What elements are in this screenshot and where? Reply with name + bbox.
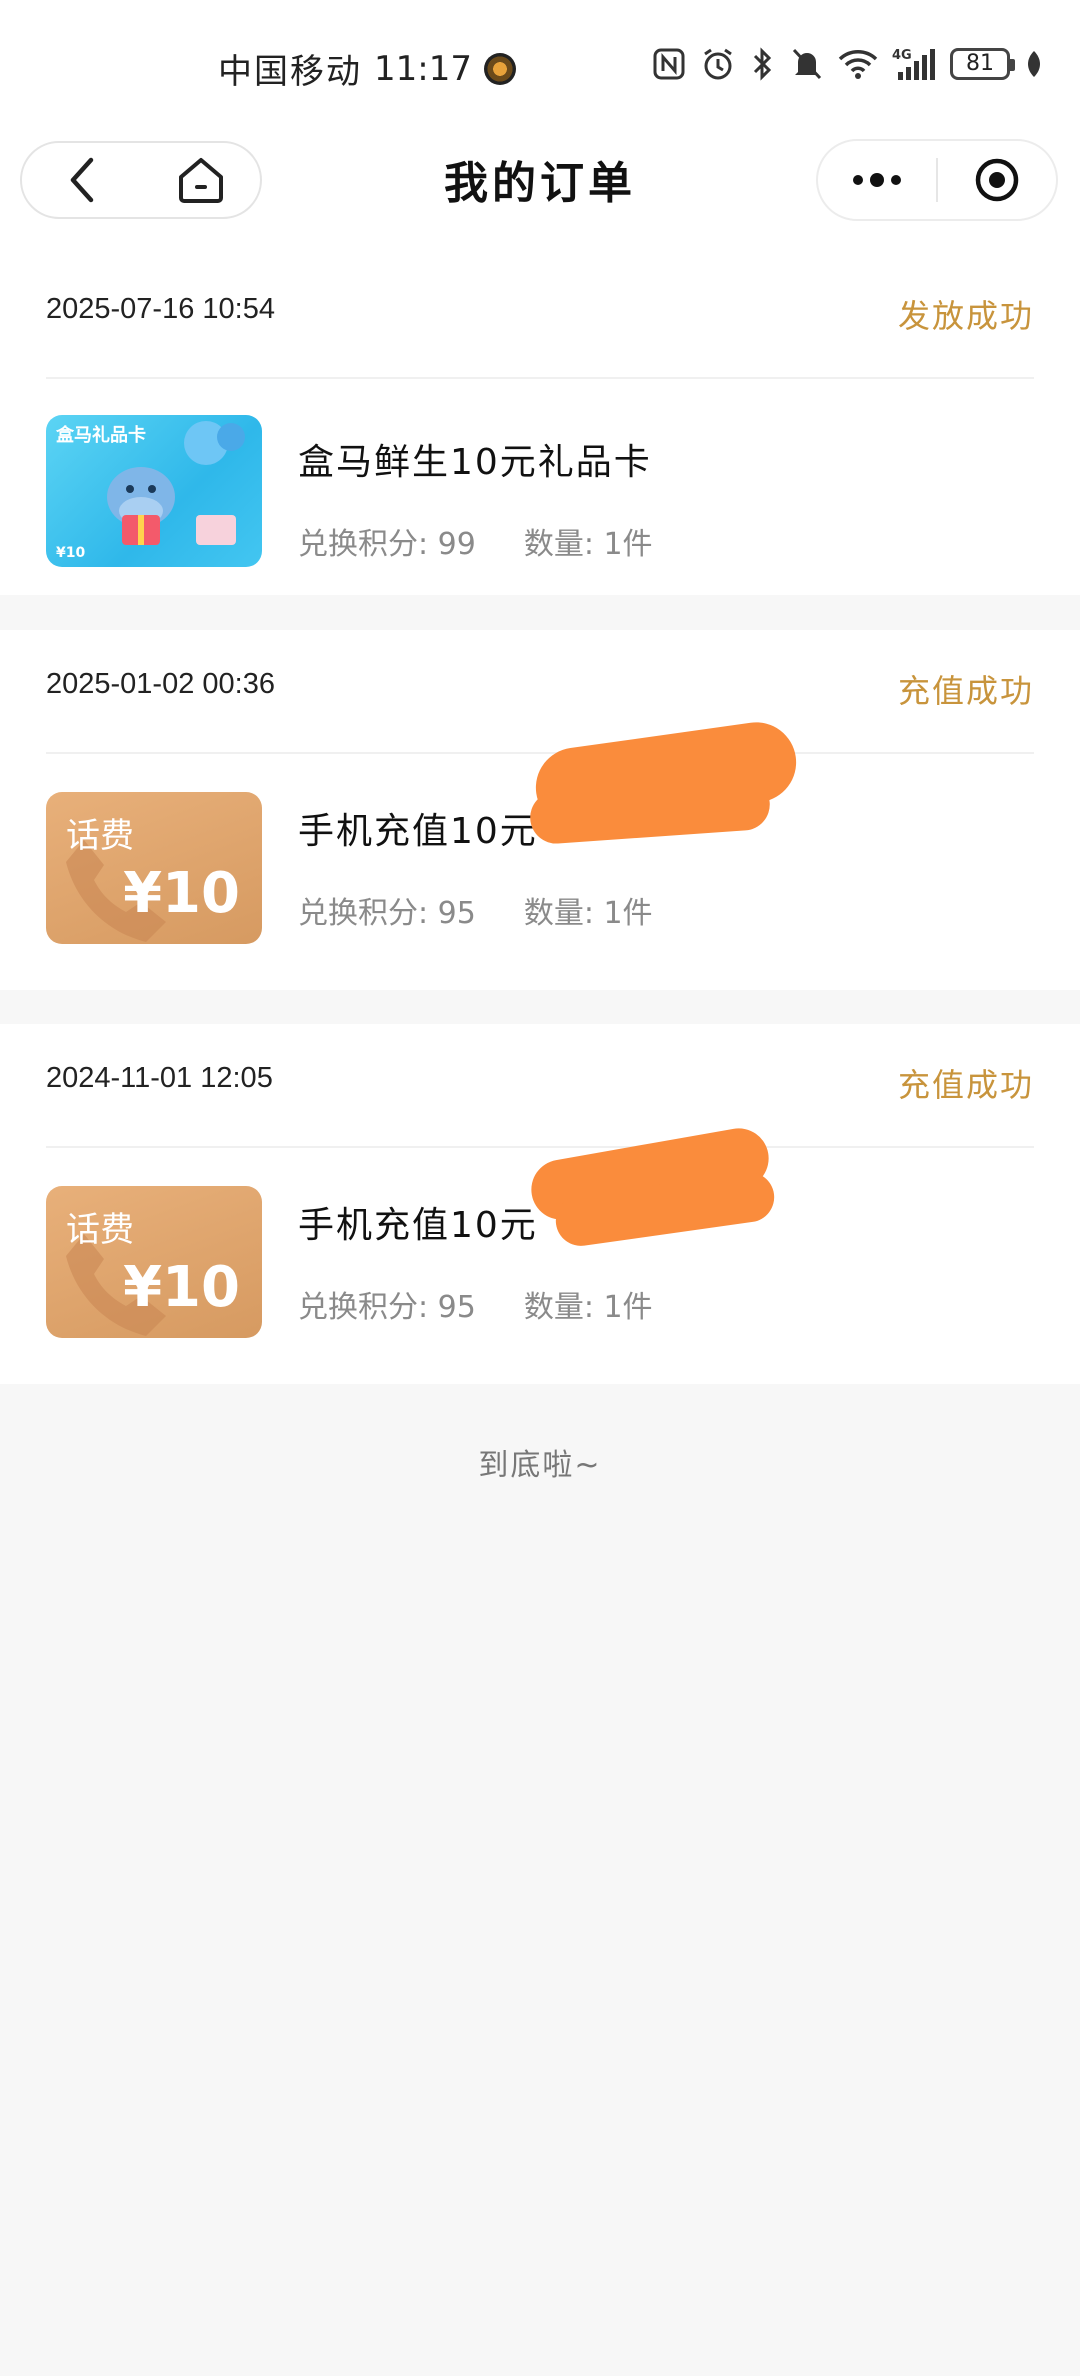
- thumbnail-price: ¥10: [123, 1255, 240, 1320]
- product-thumbnail: 话费 ¥10: [46, 792, 262, 944]
- close-miniprogram-button[interactable]: [938, 141, 1056, 219]
- nav-capsule-right: [816, 139, 1058, 221]
- order-status: 充值成功: [897, 1066, 1034, 1104]
- quantity-label: 数量: 1件: [523, 1290, 653, 1325]
- wifi-icon: [838, 48, 878, 80]
- order-card[interactable]: 2025-07-16 10:54 发放成功 盒马礼品卡 ¥10 盒马鲜生10元礼…: [0, 255, 1080, 595]
- alarm-icon: [700, 46, 736, 82]
- order-datetime: 2025-01-02 00:36: [46, 668, 275, 700]
- quantity-label: 数量: 1件: [523, 896, 653, 931]
- carrier-name: 中国移动: [218, 52, 362, 92]
- thumbnail-label: 话费: [66, 1210, 134, 1250]
- battery-indicator: 81: [950, 48, 1015, 80]
- order-status: 充值成功: [897, 672, 1034, 710]
- recording-indicator-icon: [483, 52, 516, 85]
- leaf-icon: [1024, 49, 1044, 79]
- item-meta: 兑换积分: 95 数量: 1件: [298, 888, 653, 932]
- order-header: 2025-01-02 00:36 充值成功: [46, 630, 1034, 754]
- item-meta: 兑换积分: 99 数量: 1件: [298, 519, 653, 563]
- end-of-list-text: 到底啦~: [478, 1448, 602, 1483]
- item-meta: 兑换积分: 95 数量: 1件: [298, 1282, 653, 1326]
- quantity-label: 数量: 1件: [523, 527, 653, 562]
- order-header: 2025-07-16 10:54 发放成功: [46, 255, 1034, 379]
- target-circle-icon: [975, 158, 1019, 202]
- order-card[interactable]: 2024-11-01 12:05 充值成功 话费 ¥10 手机充值10元 兑换积…: [0, 1024, 1080, 1384]
- order-datetime: 2024-11-01 12:05: [46, 1062, 273, 1094]
- nfc-icon: [652, 47, 686, 81]
- cellular-signal-icon: 4G: [892, 46, 936, 82]
- points-label: 兑换积分: 95: [298, 1290, 476, 1325]
- thumbnail-price: ¥10: [123, 861, 240, 926]
- item-name: 盒马鲜生10元礼品卡: [298, 442, 652, 483]
- item-name: 手机充值10元: [298, 1205, 538, 1246]
- product-thumbnail: 盒马礼品卡 ¥10: [46, 415, 262, 567]
- thumbnail-label: 话费: [66, 816, 134, 856]
- product-thumbnail: 话费 ¥10: [46, 1186, 262, 1338]
- more-button[interactable]: [818, 141, 936, 219]
- status-left: 中国移动 11:17: [218, 44, 516, 93]
- order-card[interactable]: 2025-01-02 00:36 充值成功 话费 ¥10 手机充值10元 兑换积…: [0, 630, 1080, 990]
- points-label: 兑换积分: 95: [298, 896, 476, 931]
- status-bar: 中国移动 11:17 4G 81: [0, 0, 1080, 135]
- clock: 11:17: [374, 48, 472, 89]
- more-dots-icon: [853, 173, 901, 187]
- item-name: 手机充值10元: [298, 811, 538, 852]
- status-right: 4G 81: [652, 46, 1044, 82]
- nav-bar: 我的订单: [0, 135, 1080, 255]
- order-datetime: 2025-07-16 10:54: [46, 293, 275, 325]
- order-status: 发放成功: [897, 297, 1034, 335]
- bluetooth-icon: [750, 46, 776, 82]
- thumbnail-price: ¥10: [56, 545, 86, 561]
- order-header: 2024-11-01 12:05 充值成功: [46, 1024, 1034, 1148]
- mute-bell-icon: [790, 46, 824, 82]
- points-label: 兑换积分: 99: [298, 527, 476, 562]
- svg-text:4G: 4G: [892, 48, 912, 63]
